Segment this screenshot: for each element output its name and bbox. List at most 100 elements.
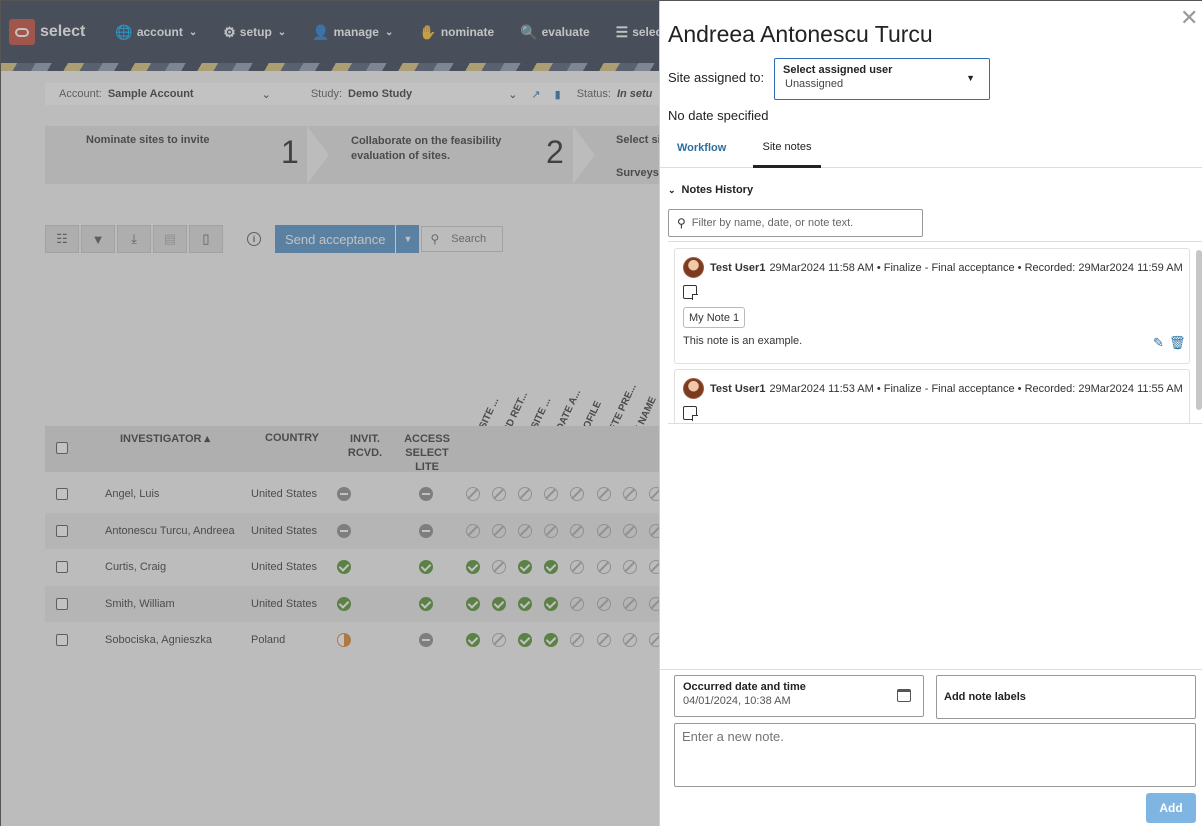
decorative-banner-stripe — [1, 63, 661, 71]
download-icon[interactable]: ⤓ — [117, 225, 151, 253]
task-status-icon — [466, 596, 480, 611]
investigator-cell[interactable]: Smith, William — [105, 586, 175, 622]
tab-site-notes[interactable]: Site notes — [753, 128, 821, 168]
nav-item-label: evaluate — [541, 25, 590, 39]
avatar — [683, 257, 704, 278]
task-status-icon — [570, 487, 584, 501]
investigator-cell[interactable]: Sobociska, Agnieszka — [105, 622, 212, 658]
hand-icon: ✋ — [419, 23, 437, 40]
table-row[interactable]: Curtis, Craig United States — [45, 549, 659, 585]
step-separator — [573, 126, 595, 184]
step-2-number: 2 — [546, 134, 564, 170]
study-select[interactable]: Demo Study — [348, 88, 412, 100]
calendar-icon[interactable] — [897, 689, 911, 702]
gear-icon: ⚙ — [223, 23, 236, 40]
row-checkbox[interactable] — [56, 561, 68, 573]
nav-item-setup[interactable]: ⚙ setup ⌄ — [223, 24, 286, 41]
trash-icon[interactable]: 🗑 — [1169, 335, 1186, 351]
task-status-icon — [570, 596, 584, 611]
table-row[interactable]: Smith, William United States — [45, 585, 659, 622]
step-2-text: Collaborate on the feasibility evaluatio… — [351, 135, 502, 162]
nav-item-label: setup — [239, 25, 272, 39]
delete-icon[interactable]: ▤ — [153, 225, 187, 253]
table-row[interactable]: Antonescu Turcu, Andreea United States — [45, 512, 659, 549]
invit-status-icon — [337, 523, 351, 538]
access-status-icon — [419, 487, 433, 501]
info-icon[interactable]: i — [247, 232, 261, 246]
task-status-icon — [597, 560, 611, 574]
nav-item-evaluate[interactable]: 🔍 evaluate — [520, 24, 589, 41]
note-card: Test User1 29Mar2024 11:53 AM • Finalize… — [674, 369, 1190, 423]
search-icon: ⚲ — [677, 216, 686, 230]
chevron-down-icon: ⌄ — [188, 26, 198, 38]
notes-filter-input[interactable]: ⚲ Filter by name, date, or note text. — [668, 209, 923, 237]
study-chevron-icon[interactable]: ⌄ — [508, 88, 517, 101]
assigned-user-select[interactable]: Select assigned user Unassigned ▼ — [774, 58, 990, 100]
filter-icon[interactable]: ▼ — [81, 225, 115, 253]
invit-rcvd-header[interactable]: INVIT. RCVD. — [343, 432, 387, 460]
notes-scrollbar[interactable] — [1196, 250, 1202, 410]
table-row[interactable]: Sobociska, Agnieszka Poland — [45, 622, 659, 658]
note-labels-field[interactable]: Add note labels — [936, 675, 1196, 719]
task-status-icon — [492, 560, 506, 574]
investigator-cell[interactable]: Angel, Luis — [105, 476, 159, 512]
occurred-label: Occurred date and time — [683, 681, 806, 693]
access-status-icon — [419, 633, 433, 647]
task-status-icon — [492, 596, 506, 611]
magnifier-icon: 🔍 — [520, 23, 538, 40]
chevron-down-icon: ⌄ — [384, 26, 394, 38]
row-checkbox[interactable] — [56, 488, 68, 500]
workflow-steps: Nominate sites to invite 1 Collaborate o… — [45, 126, 659, 184]
investigator-header-label: INVESTIGATOR — [119, 433, 202, 445]
table-row[interactable]: Angel, Luis United States — [45, 476, 659, 512]
investigator-header[interactable]: INVESTIGATOR ▴ — [105, 432, 225, 445]
row-checkbox[interactable] — [56, 597, 68, 610]
task-status-icon — [597, 633, 611, 647]
account-select[interactable]: Sample Account — [108, 88, 194, 100]
task-status-icon — [649, 487, 659, 501]
settings-sliders-icon[interactable]: ☷ — [45, 225, 79, 253]
occurred-datetime-field[interactable]: Occurred date and time 04/01/2024, 10:38… — [674, 675, 924, 717]
external-link-icon[interactable]: ↗ — [531, 88, 540, 101]
task-status-icon — [492, 523, 506, 538]
notes-history-toggle[interactable]: ⌄ Notes History — [668, 184, 753, 196]
brand-logo[interactable]: select — [9, 17, 85, 47]
task-status-icon — [492, 487, 506, 501]
document-icon[interactable]: ▯ — [189, 225, 223, 253]
invit-status-icon — [337, 487, 351, 501]
nav-item-account[interactable]: 🌐 account ⌄ — [115, 24, 197, 41]
nav-item-label: manage — [333, 25, 379, 39]
bookmark-icon[interactable]: ▮ — [555, 88, 561, 101]
add-note-button[interactable]: Add — [1146, 793, 1196, 823]
caret-down-icon[interactable]: ▼ — [395, 225, 419, 253]
status-value: In setu — [616, 88, 653, 100]
task-status-icon — [544, 487, 558, 501]
chevron-down-icon: ⌄ — [668, 184, 676, 195]
caret-down-icon: ▼ — [966, 73, 975, 83]
row-checkbox[interactable] — [56, 524, 68, 537]
edit-icon[interactable]: ✎ — [1153, 335, 1164, 351]
investigator-cell[interactable]: Antonescu Turcu, Andreea — [105, 513, 235, 549]
send-acceptance-button[interactable]: Send acceptance ▼ — [275, 225, 420, 253]
row-checkbox[interactable] — [56, 634, 68, 646]
access-select-lite-header[interactable]: ACCESS SELECT LITE — [400, 432, 454, 474]
close-icon[interactable]: ✕ — [1180, 7, 1198, 29]
new-note-textarea[interactable] — [674, 723, 1196, 787]
country-header[interactable]: COUNTRY — [257, 432, 327, 444]
tab-workflow[interactable]: Workflow — [677, 128, 726, 168]
assigned-user-select-title: Select assigned user — [783, 64, 893, 76]
nav-item-nominate[interactable]: ✋ nominate — [419, 24, 494, 41]
task-status-icon — [623, 487, 637, 501]
chevron-down-icon: ⌄ — [277, 26, 287, 38]
select-all-checkbox[interactable] — [56, 442, 68, 454]
country-cell: United States — [251, 524, 318, 537]
table-search[interactable]: ⚲ Search — [421, 226, 504, 252]
investigator-cell[interactable]: Curtis, Craig — [105, 549, 166, 585]
nav-item-manage[interactable]: 👤 manage ⌄ — [312, 24, 393, 41]
notes-list: Test User1 29Mar2024 11:58 AM • Finalize… — [668, 241, 1202, 424]
task-status-icon — [570, 560, 584, 574]
notes-history-label: Notes History — [681, 184, 754, 196]
context-bar: Account: Sample Account ⌄ Study: Demo St… — [45, 83, 659, 105]
note-author: Test User1 — [710, 382, 766, 395]
account-chevron-icon[interactable]: ⌄ — [262, 88, 271, 101]
